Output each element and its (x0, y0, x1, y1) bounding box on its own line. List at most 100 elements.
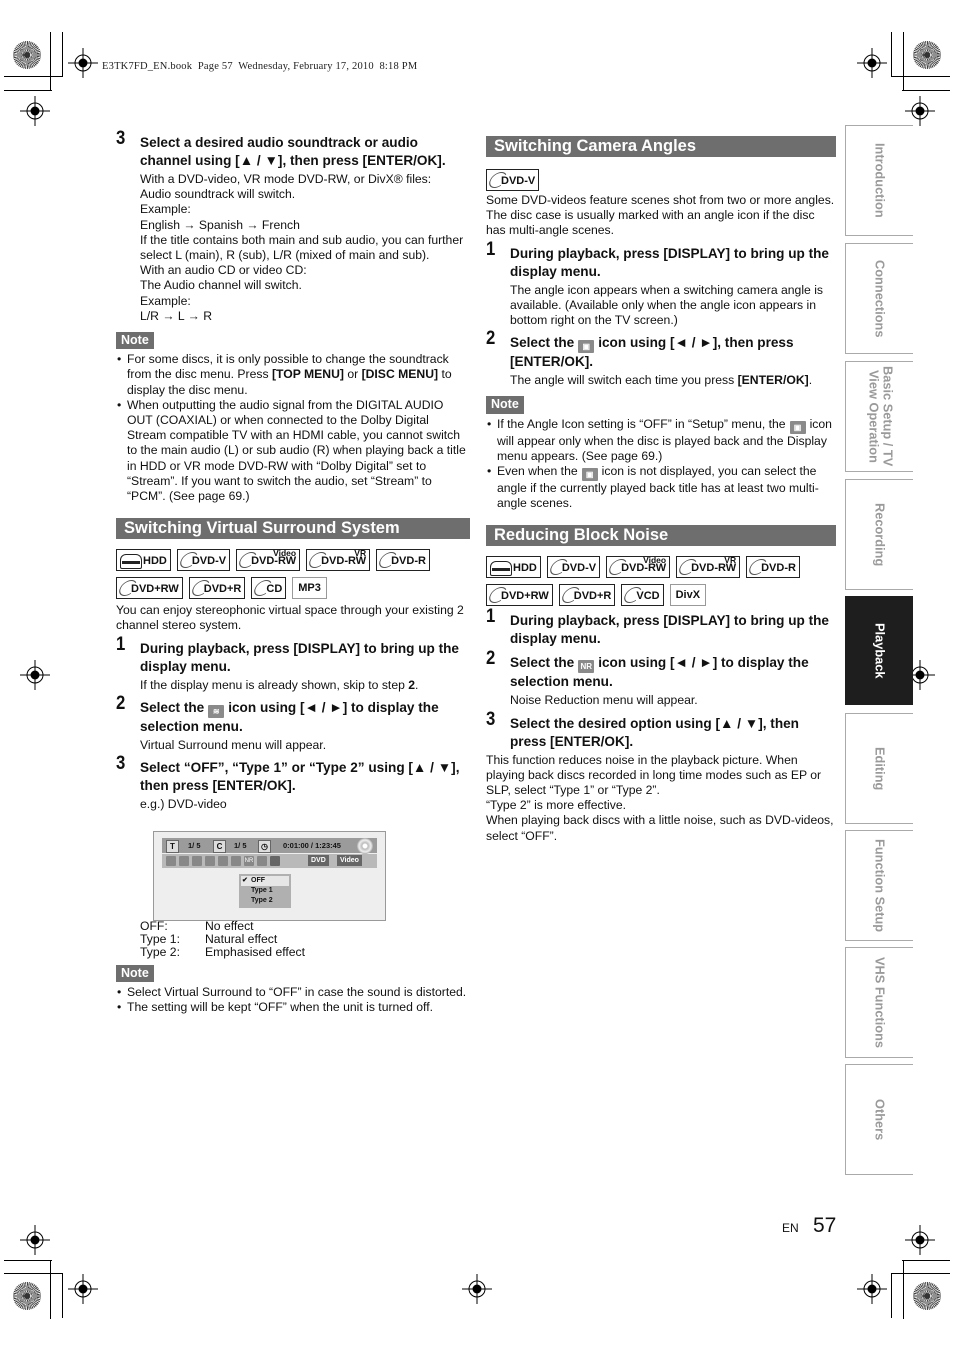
badge-label: DVD+RW (131, 583, 179, 596)
section-heading-virtual-surround: Switching Virtual Surround System (116, 518, 470, 540)
hdd-icon (490, 561, 512, 577)
note-label: Note (486, 396, 524, 414)
step-title: Select the ▣ icon using [◄ / ►], then pres… (510, 335, 794, 370)
step-title: Select the desired option using [▲ / ▼],… (510, 715, 799, 749)
color-target-icon (13, 41, 41, 69)
section-heading-block-noise: Reducing Block Noise (486, 525, 836, 547)
registration-mark-icon (68, 1274, 98, 1304)
media-badge: DVD-V (546, 556, 601, 579)
vss-step-3: 3 Select “OFF”, “Type 1” or “Type 2” usi… (116, 754, 470, 812)
noise-step-2: 2 Select the NR icon using [◄ / ►] to disp… (486, 648, 836, 708)
step-title: Select the NR icon using [◄ / ►] to displa… (510, 655, 809, 690)
body-line: English → Spanish → French (140, 217, 300, 232)
registration-mark-icon (20, 660, 50, 690)
intro-text: Some DVD-videos feature scenes shot from… (486, 193, 835, 238)
media-badge: DVD-V (176, 549, 231, 572)
virtual-surround-icon: ≋ (208, 704, 225, 718)
media-badge: Video DVD-RW (606, 556, 671, 579)
registration-mark-icon (857, 48, 887, 78)
compatible-media-badges: DVD-V (486, 169, 846, 191)
step-number: 2 (486, 328, 496, 350)
media-badge: CD (251, 577, 287, 600)
timer-icon: ◷ (258, 840, 271, 853)
tab-connections[interactable]: Connections (845, 243, 913, 354)
registration-mark-icon (905, 1225, 935, 1255)
color-target-icon (913, 41, 941, 69)
audio-step-3: 3 Select a desired audio soundtrack or a… (116, 129, 470, 324)
registration-mark-icon (20, 1225, 50, 1255)
audio-icon (179, 856, 189, 866)
tab-others[interactable]: Others (845, 1064, 913, 1175)
media-badge: DVD+RW (486, 584, 553, 607)
step-number: 2 (486, 648, 496, 670)
description-line: “Type 2” is more effective. (486, 798, 626, 813)
vss-step-2: 2 Select the ≋ icon using [◄ / ►] to displ… (116, 692, 470, 753)
left-column: 3 Select a desired audio soundtrack or a… (116, 128, 470, 812)
media-badge: VR DVD-RW (676, 555, 741, 579)
media-badge: HDD (116, 549, 171, 572)
body-line: Example: (140, 202, 191, 217)
note-item: When outputting the audio signal from th… (116, 398, 470, 504)
menu-option-selected[interactable]: OFF (241, 876, 289, 886)
media-badge-dvd-v: DVD-V (486, 169, 540, 191)
step-body: e.g.) DVD-video (140, 797, 227, 812)
chapter-value: 1/ 5 (234, 841, 247, 850)
media-badge: DVD-R (376, 549, 430, 572)
step-number: 2 (116, 692, 126, 714)
disc-icon (357, 838, 373, 854)
description-line: This function reduces noise in the playb… (486, 752, 822, 798)
badge-mode: VR (724, 555, 737, 566)
step-title: During playback, press [DISPLAY] to brin… (510, 613, 829, 647)
tab-introduction[interactable]: Introduction (845, 125, 913, 236)
angle-step-1: 1 During playback, press [DISPLAY] to br… (486, 239, 836, 329)
step-body: The angle will switch each time you pres… (510, 373, 813, 388)
note-item: For some discs, it is only possible to c… (116, 352, 470, 398)
media-badge: Video DVD-RW (236, 548, 301, 572)
media-badge: HDD (486, 556, 541, 579)
tab-editing[interactable]: Editing (845, 713, 913, 824)
language-code: EN (782, 1221, 799, 1235)
registration-mark-icon (857, 1274, 887, 1304)
body-line: Example: (140, 293, 191, 308)
note-item: Select Virtual Surround to “OFF” in case… (116, 985, 470, 1000)
search-icon (166, 856, 176, 866)
mode-pill: Video (337, 855, 362, 866)
tab-function-setup[interactable]: Function Setup (845, 830, 913, 941)
media-badge: MP3 (292, 577, 327, 600)
menu-option[interactable]: Type 2 (239, 896, 291, 906)
media-badge: DVD+R (188, 577, 246, 600)
angle-step-2: 2 Select the ▣ icon using [◄ / ►], then pr… (486, 328, 836, 388)
title-tag: T (166, 840, 179, 853)
body-line: The Audio channel will switch. (140, 278, 302, 293)
media-badge: VCD (621, 584, 664, 607)
vss-note: Note Select Virtual Surround to “OFF” in… (116, 962, 470, 1016)
virtual-surround-icon (270, 856, 280, 866)
badge-mode: VR (354, 548, 367, 559)
step-body: With a DVD-video, VR mode DVD-RW, or Div… (140, 172, 470, 324)
media-badge: VR DVD-RW (306, 548, 371, 572)
step-title: During playback, press [DISPLAY] to brin… (510, 245, 829, 279)
tab-vhs-functions[interactable]: VHS Functions (845, 947, 913, 1058)
section-heading-camera-angles: Switching Camera Angles (486, 136, 836, 157)
menu-option[interactable]: Type 1 (239, 886, 291, 896)
step-body: Virtual Surround menu will appear. (140, 737, 327, 752)
step-title: Select the ≋ icon using [◄ / ►] to display… (140, 699, 439, 734)
tab-recording[interactable]: Recording (845, 479, 913, 590)
note-item: The setting will be kept “OFF” when the … (116, 1000, 470, 1015)
body-line: With a DVD-video, VR mode DVD-RW, or Div… (140, 172, 432, 186)
badge-label: HDD (513, 562, 537, 575)
tab-basic-setup[interactable]: Basic Setup / TV View Operation (845, 361, 913, 472)
registration-mark-icon (905, 96, 935, 126)
noise-step-1: 1 During playback, press [DISPLAY] to br… (486, 607, 836, 648)
badge-label: MP3 (298, 581, 321, 594)
angle-icon (205, 856, 215, 866)
definition-row: Type 2: Emphasised effect (140, 944, 306, 959)
step-number: 3 (486, 708, 496, 730)
registration-mark-icon (462, 1274, 492, 1304)
step-body: Noise Reduction menu will appear. (510, 693, 698, 708)
step-title: During playback, press [DISPLAY] to brin… (140, 640, 459, 674)
tab-playback[interactable]: Playback (845, 596, 913, 705)
badge-mode: Video (273, 548, 297, 559)
body-line: With an audio CD or video CD: (140, 263, 307, 278)
media-badge: DVD+RW (116, 577, 183, 600)
